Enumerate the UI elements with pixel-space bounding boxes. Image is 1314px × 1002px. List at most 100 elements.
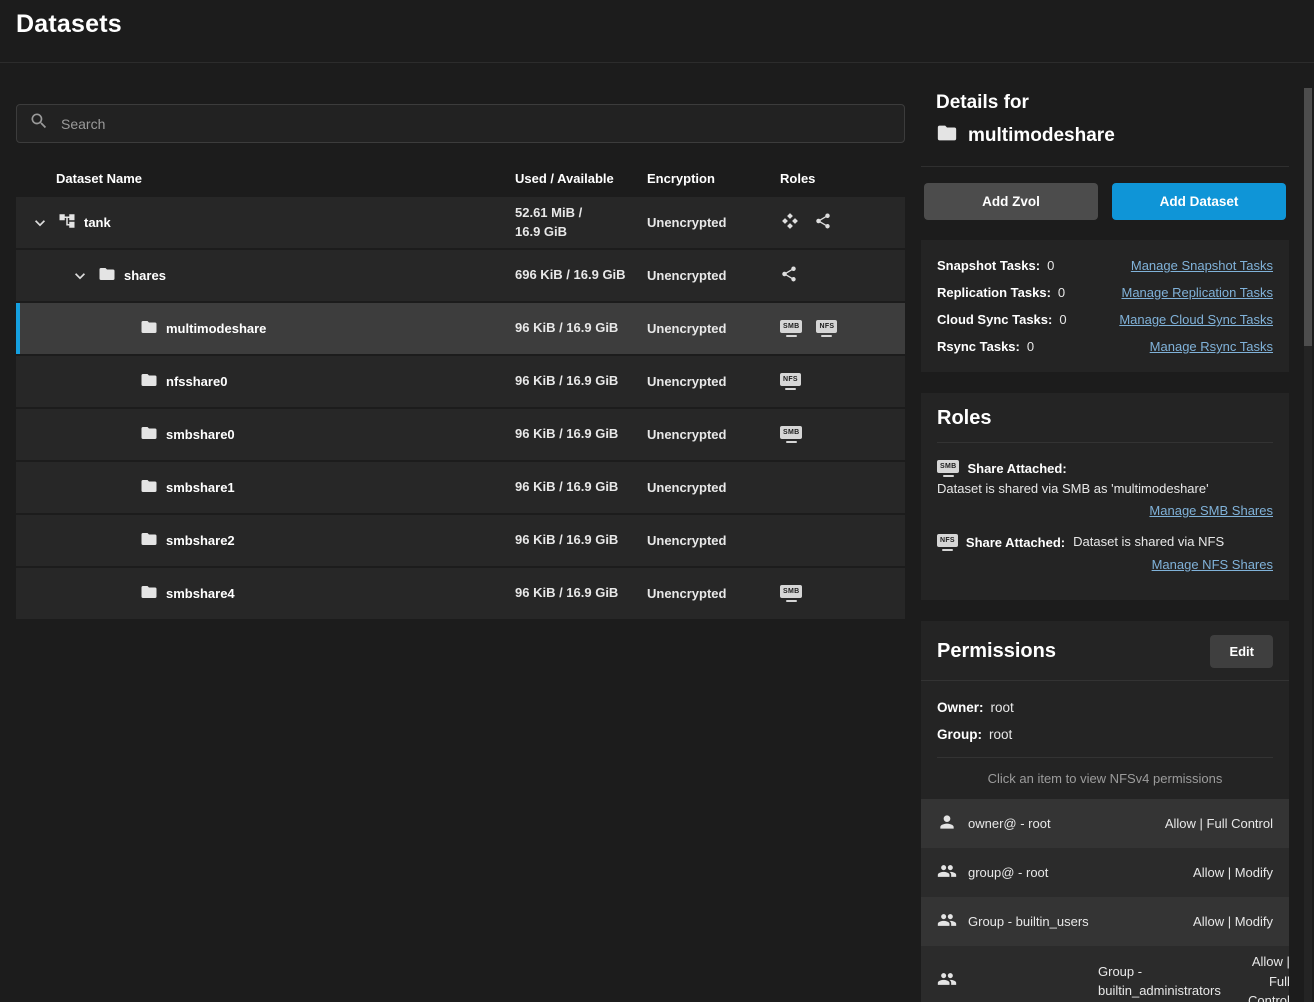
- scrollbar-track[interactable]: [1304, 88, 1312, 1002]
- details-heading: Details for: [936, 92, 1274, 114]
- used-available: 696 KiB / 16.9 GiB: [515, 266, 647, 285]
- encryption: Unencrypted: [647, 480, 780, 495]
- task-row: Replication Tasks:0 Manage Replication T…: [937, 279, 1273, 306]
- acl-hint: Click an item to view NFSv4 permissions: [921, 758, 1289, 799]
- chevron-down-icon[interactable]: [30, 213, 50, 233]
- folder-icon: [140, 530, 158, 551]
- table-row[interactable]: tank 52.61 MiB / 16.9 GiB Unencrypted: [16, 197, 905, 250]
- scrollbar-thumb[interactable]: [1304, 88, 1312, 346]
- dataset-name: multimodeshare: [166, 321, 266, 336]
- folder-icon: [140, 424, 158, 445]
- permissions-card-title: Permissions: [937, 640, 1056, 663]
- manage-smb-shares-link[interactable]: Manage SMB Shares: [1149, 503, 1273, 518]
- acl-item[interactable]: owner@ - root Allow | Full Control: [921, 799, 1289, 848]
- manage-replication-tasks-link[interactable]: Manage Replication Tasks: [1121, 285, 1273, 300]
- roles-card-title: Roles: [937, 407, 1273, 443]
- roles-cell: SMB: [780, 585, 905, 602]
- person-icon: [937, 812, 957, 835]
- search-input[interactable]: [59, 115, 892, 133]
- acl-perm: Allow | Modify: [1193, 912, 1273, 932]
- share-icon: [814, 212, 832, 233]
- dataset-name: shares: [124, 268, 166, 283]
- col-used-available: Used / Available: [515, 171, 647, 186]
- smb-icon: SMB: [780, 585, 802, 602]
- used-available: 96 KiB / 16.9 GiB: [515, 372, 647, 391]
- folder-icon: [140, 583, 158, 604]
- table-row[interactable]: shares 696 KiB / 16.9 GiB Unencrypted: [16, 250, 905, 303]
- folder-icon: [936, 122, 958, 150]
- folder-icon: [140, 371, 158, 392]
- dataset-name: smbshare1: [166, 480, 235, 495]
- owner-group-block: Owner:root Group:root: [921, 681, 1289, 757]
- encryption: Unencrypted: [647, 321, 780, 336]
- edit-permissions-button[interactable]: Edit: [1210, 635, 1273, 668]
- dataset-name: smbshare4: [166, 586, 235, 601]
- acl-who: group@ - root: [968, 865, 1048, 880]
- col-roles: Roles: [780, 171, 905, 186]
- apps-icon: [780, 211, 800, 234]
- task-row: Rsync Tasks:0 Manage Rsync Tasks: [937, 333, 1273, 360]
- folder-icon: [140, 477, 158, 498]
- used-available: 96 KiB / 16.9 GiB: [515, 319, 647, 338]
- divider: [921, 166, 1289, 167]
- add-dataset-button[interactable]: Add Dataset: [1112, 183, 1286, 220]
- table-row[interactable]: multimodeshare 96 KiB / 16.9 GiB Unencry…: [16, 303, 905, 356]
- acl-who: Group - builtin_administrators: [1098, 962, 1248, 1001]
- folder-icon: [140, 318, 158, 339]
- encryption: Unencrypted: [647, 374, 780, 389]
- table-row[interactable]: smbshare2 96 KiB / 16.9 GiB Unencrypted: [16, 515, 905, 568]
- table-header: Dataset Name Used / Available Encryption…: [16, 159, 905, 197]
- used-available: 96 KiB / 16.9 GiB: [515, 478, 647, 497]
- details-dataset-title: multimodeshare: [936, 122, 1274, 150]
- encryption: Unencrypted: [647, 268, 780, 283]
- role-item: SMB Share Attached:: [937, 459, 1273, 479]
- datasets-page: Datasets Dataset Name Used / Available E…: [0, 0, 1314, 1002]
- page-title: Datasets: [16, 10, 122, 39]
- used-available: 52.61 MiB / 16.9 GiB: [515, 204, 647, 242]
- role-item: NFS Share Attached: Dataset is shared vi…: [937, 532, 1273, 553]
- used-available: 96 KiB / 16.9 GiB: [515, 584, 647, 603]
- dataset-name: tank: [84, 215, 111, 230]
- chevron-down-icon[interactable]: [70, 266, 90, 286]
- task-row: Snapshot Tasks:0 Manage Snapshot Tasks: [937, 252, 1273, 279]
- details-dataset-name: multimodeshare: [968, 125, 1115, 147]
- acl-item[interactable]: Group - builtin_administrators Allow | F…: [921, 946, 1289, 1002]
- smb-icon: SMB: [780, 426, 802, 443]
- smb-icon: SMB: [937, 460, 959, 477]
- dataset-name: smbshare0: [166, 427, 235, 442]
- people-icon: [937, 861, 957, 884]
- table-row[interactable]: nfsshare0 96 KiB / 16.9 GiB Unencrypted …: [16, 356, 905, 409]
- dataset-tree-icon: [58, 212, 76, 233]
- used-available: 96 KiB / 16.9 GiB: [515, 531, 647, 550]
- manage-snapshot-tasks-link[interactable]: Manage Snapshot Tasks: [1131, 258, 1273, 273]
- roles-cell: [780, 211, 905, 234]
- group-value: root: [989, 727, 1012, 742]
- table-row[interactable]: smbshare4 96 KiB / 16.9 GiB Unencrypted …: [16, 568, 905, 621]
- people-icon: [937, 969, 1087, 995]
- encryption: Unencrypted: [647, 427, 780, 442]
- table-row[interactable]: smbshare0 96 KiB / 16.9 GiB Unencrypted …: [16, 409, 905, 462]
- manage-rsync-tasks-link[interactable]: Manage Rsync Tasks: [1150, 339, 1273, 354]
- acl-perm: Allow | Modify: [1193, 863, 1273, 883]
- dataset-name: nfsshare0: [166, 374, 227, 389]
- col-dataset-name: Dataset Name: [16, 171, 515, 186]
- role-text: Dataset is shared via SMB as 'multimodes…: [937, 479, 1273, 500]
- permissions-card: Permissions Edit Owner:root Group:root C…: [921, 621, 1289, 1002]
- add-zvol-button[interactable]: Add Zvol: [924, 183, 1098, 220]
- acl-who: owner@ - root: [968, 816, 1051, 831]
- manage-nfs-shares-link[interactable]: Manage NFS Shares: [1152, 557, 1273, 572]
- tasks-card: Snapshot Tasks:0 Manage Snapshot Tasks R…: [921, 240, 1289, 372]
- table-row[interactable]: smbshare1 96 KiB / 16.9 GiB Unencrypted: [16, 462, 905, 515]
- encryption: Unencrypted: [647, 533, 780, 548]
- acl-item[interactable]: Group - builtin_users Allow | Modify: [921, 897, 1289, 946]
- smb-icon: SMB: [780, 320, 802, 337]
- top-divider: [0, 62, 1314, 63]
- owner-value: root: [991, 700, 1014, 715]
- nfs-icon: NFS: [780, 373, 801, 390]
- manage-cloud-sync-tasks-link[interactable]: Manage Cloud Sync Tasks: [1119, 312, 1273, 327]
- encryption: Unencrypted: [647, 586, 780, 601]
- encryption: Unencrypted: [647, 215, 780, 230]
- acl-item[interactable]: group@ - root Allow | Modify: [921, 848, 1289, 897]
- acl-perm: Allow | Full Control: [1248, 952, 1290, 1002]
- used-available: 96 KiB / 16.9 GiB: [515, 425, 647, 444]
